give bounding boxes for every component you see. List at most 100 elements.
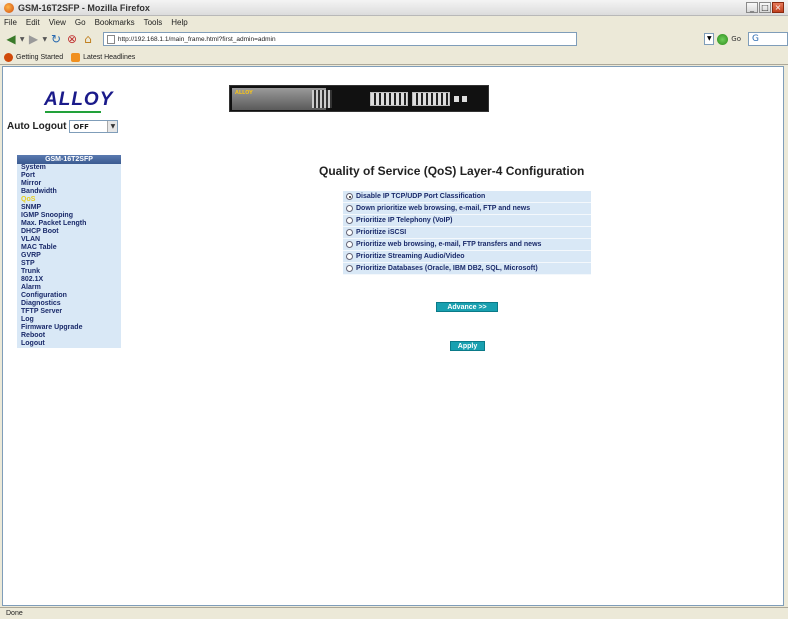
option-label: Prioritize Streaming Audio/Video: [356, 253, 465, 260]
chevron-down-icon[interactable]: ▼: [107, 121, 118, 132]
option-prioritize-streaming[interactable]: Prioritize Streaming Audio/Video: [343, 251, 591, 263]
sidebar-item-alarm[interactable]: Alarm: [17, 284, 121, 292]
sidebar-item-reboot[interactable]: Reboot: [17, 332, 121, 340]
radio-button[interactable]: [346, 205, 353, 212]
menu-bookmarks[interactable]: Bookmarks: [95, 18, 135, 27]
page-content: ALLOY Auto Logout OFF ▼ ALLOY GSM-16T2SF…: [2, 66, 784, 606]
reload-icon[interactable]: ↻: [49, 31, 63, 47]
option-label: Prioritize Databases (Oracle, IBM DB2, S…: [356, 265, 538, 272]
option-prioritize-web[interactable]: Prioritize web browsing, e-mail, FTP tra…: [343, 239, 591, 251]
sidebar-item-snmp[interactable]: SNMP: [17, 204, 121, 212]
url-text[interactable]: http://192.168.1.1/main_frame.html?first…: [118, 36, 276, 43]
home-icon[interactable]: ⌂: [81, 31, 95, 47]
radio-button[interactable]: [346, 193, 353, 200]
menu-help[interactable]: Help: [171, 18, 187, 27]
bookmark-label: Getting Started: [16, 53, 64, 61]
rss-icon: [71, 52, 81, 62]
sidebar-item-gvrp[interactable]: GVRP: [17, 252, 121, 260]
go-icon[interactable]: [717, 33, 729, 45]
forward-dropdown-icon[interactable]: ▼: [42, 36, 47, 43]
firefox-icon: [4, 2, 14, 13]
option-prioritize-voip[interactable]: Prioritize IP Telephony (VoIP): [343, 215, 591, 227]
sidebar-item-port[interactable]: Port: [17, 172, 121, 180]
auto-logout: Auto Logout OFF ▼: [7, 120, 119, 133]
radio-button[interactable]: [346, 229, 353, 236]
advance-button[interactable]: Advance >>: [436, 302, 498, 312]
menu-edit[interactable]: Edit: [26, 18, 40, 27]
sidebar-item-mac-table[interactable]: MAC Table: [17, 244, 121, 252]
sidebar-item-vlan[interactable]: VLAN: [17, 236, 121, 244]
menu-go[interactable]: Go: [75, 18, 86, 27]
sidebar-item-tftp-server[interactable]: TFTP Server: [17, 308, 121, 316]
logo-underline: [45, 111, 101, 113]
stop-icon[interactable]: ⊗: [65, 31, 79, 47]
bookmarks-toolbar: Getting Started Latest Headlines: [0, 50, 788, 65]
sidebar-item-firmware-upgrade[interactable]: Firmware Upgrade: [17, 324, 121, 332]
apply-button[interactable]: Apply: [450, 341, 485, 351]
sidebar-item-log[interactable]: Log: [17, 316, 121, 324]
device-brand: ALLOY: [235, 90, 253, 96]
option-disable-classification[interactable]: Disable IP TCP/UDP Port Classification: [343, 191, 591, 203]
option-label: Prioritize iSCSI: [356, 229, 407, 236]
sidebar-item-dhcp-boot[interactable]: DHCP Boot: [17, 228, 121, 236]
option-label: Disable IP TCP/UDP Port Classification: [356, 193, 486, 200]
sidebar-header: GSM-16T2SFP: [17, 155, 121, 164]
qos-options-list: Disable IP TCP/UDP Port Classification D…: [343, 191, 591, 275]
sidebar-item-igmp-snooping[interactable]: IGMP Snooping: [17, 212, 121, 220]
status-text: Done: [6, 610, 23, 617]
sidebar-item-logout[interactable]: Logout: [17, 340, 121, 348]
option-prioritize-iscsi[interactable]: Prioritize iSCSI: [343, 227, 591, 239]
menu-bar: File Edit View Go Bookmarks Tools Help: [0, 16, 788, 28]
url-bar[interactable]: http://192.168.1.1/main_frame.html?first…: [102, 32, 578, 46]
menu-view[interactable]: View: [49, 18, 66, 27]
close-button[interactable]: ×: [772, 2, 784, 13]
sidebar-item-8021x[interactable]: 802.1X: [17, 276, 121, 284]
back-dropdown-icon[interactable]: ▼: [20, 36, 25, 43]
switch-device-image: ALLOY: [229, 85, 489, 112]
search-icon: G: [752, 34, 759, 44]
status-bar: Done: [0, 607, 788, 619]
sidebar-item-trunk[interactable]: Trunk: [17, 268, 121, 276]
maximize-button[interactable]: □: [759, 2, 771, 13]
auto-logout-value: OFF: [73, 122, 89, 131]
menu-tools[interactable]: Tools: [144, 18, 163, 27]
option-label: Down prioritize web browsing, e-mail, FT…: [356, 205, 531, 212]
radio-button[interactable]: [346, 253, 353, 260]
page-title: Quality of Service (QoS) Layer-4 Configu…: [319, 164, 585, 178]
go-label[interactable]: Go: [731, 35, 741, 43]
option-label: Prioritize IP Telephony (VoIP): [356, 217, 453, 224]
minimize-button[interactable]: _: [746, 2, 758, 13]
sidebar-item-diagnostics[interactable]: Diagnostics: [17, 300, 121, 308]
auto-logout-select[interactable]: OFF ▼: [69, 120, 119, 133]
sidebar-menu: GSM-16T2SFP System Port Mirror Bandwidth…: [17, 155, 121, 348]
navigation-toolbar: ◀ ▼ ▶ ▼ ↻ ⊗ ⌂ http://192.168.1.1/main_fr…: [0, 28, 788, 50]
page-icon: [106, 34, 115, 44]
url-dropdown-icon[interactable]: ▼: [704, 33, 715, 45]
sidebar-item-system[interactable]: System: [17, 164, 121, 172]
option-prioritize-databases[interactable]: Prioritize Databases (Oracle, IBM DB2, S…: [343, 263, 591, 275]
back-icon[interactable]: ◀: [4, 31, 18, 47]
radio-button[interactable]: [346, 265, 353, 272]
forward-icon[interactable]: ▶: [27, 31, 41, 47]
sidebar-item-configuration[interactable]: Configuration: [17, 292, 121, 300]
alloy-logo: ALLOY: [44, 89, 114, 110]
menu-file[interactable]: File: [4, 18, 17, 27]
radio-button[interactable]: [346, 241, 353, 248]
title-bar: GSM-16T2SFP - Mozilla Firefox _ □ ×: [0, 0, 788, 16]
search-box[interactable]: G: [748, 32, 788, 46]
radio-button[interactable]: [346, 217, 353, 224]
sidebar-item-max-packet-length[interactable]: Max. Packet Length: [17, 220, 121, 228]
auto-logout-label: Auto Logout: [7, 121, 67, 132]
option-label: Prioritize web browsing, e-mail, FTP tra…: [356, 241, 542, 248]
firefox-bookmark-icon: [4, 52, 13, 62]
sidebar-item-qos[interactable]: QoS: [17, 196, 121, 204]
bookmark-label: Latest Headlines: [83, 53, 136, 61]
browser-window: GSM-16T2SFP - Mozilla Firefox _ □ × File…: [0, 0, 788, 619]
bookmark-latest-headlines[interactable]: Latest Headlines: [71, 52, 136, 62]
option-down-prioritize-web[interactable]: Down prioritize web browsing, e-mail, FT…: [343, 203, 591, 215]
window-title: GSM-16T2SFP - Mozilla Firefox: [18, 2, 150, 13]
bookmark-getting-started[interactable]: Getting Started: [4, 52, 64, 62]
sidebar-item-mirror[interactable]: Mirror: [17, 180, 121, 188]
sidebar-item-stp[interactable]: STP: [17, 260, 121, 268]
sidebar-item-bandwidth[interactable]: Bandwidth: [17, 188, 121, 196]
